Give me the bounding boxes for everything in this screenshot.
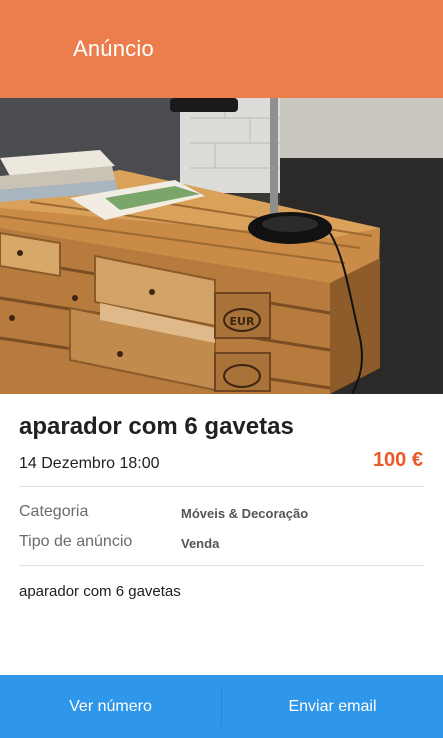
category-label: Categoria <box>19 503 89 520</box>
listing-price: 100 € <box>372 449 423 471</box>
send-email-button[interactable]: Enviar email <box>222 675 443 738</box>
page-title: Anúncio <box>73 36 154 61</box>
listing-date: 14 Dezembro 18:00 <box>19 455 160 472</box>
stamp-text: EUR <box>230 315 255 328</box>
ad-type-label: Tipo de anúncio <box>19 533 133 550</box>
divider <box>19 565 424 566</box>
listing-description: aparador com 6 gavetas <box>19 583 181 600</box>
action-bar: Ver número Enviar email <box>0 675 443 738</box>
show-number-button[interactable]: Ver número <box>0 675 221 738</box>
listing-title: aparador com 6 gavetas <box>19 413 294 440</box>
listing-photo[interactable]: EUR <box>0 98 443 394</box>
divider <box>19 486 424 487</box>
app-bar: Anúncio <box>0 0 443 98</box>
category-value: Móveis & Decoração <box>181 506 309 521</box>
ad-type-value: Venda <box>181 536 220 551</box>
